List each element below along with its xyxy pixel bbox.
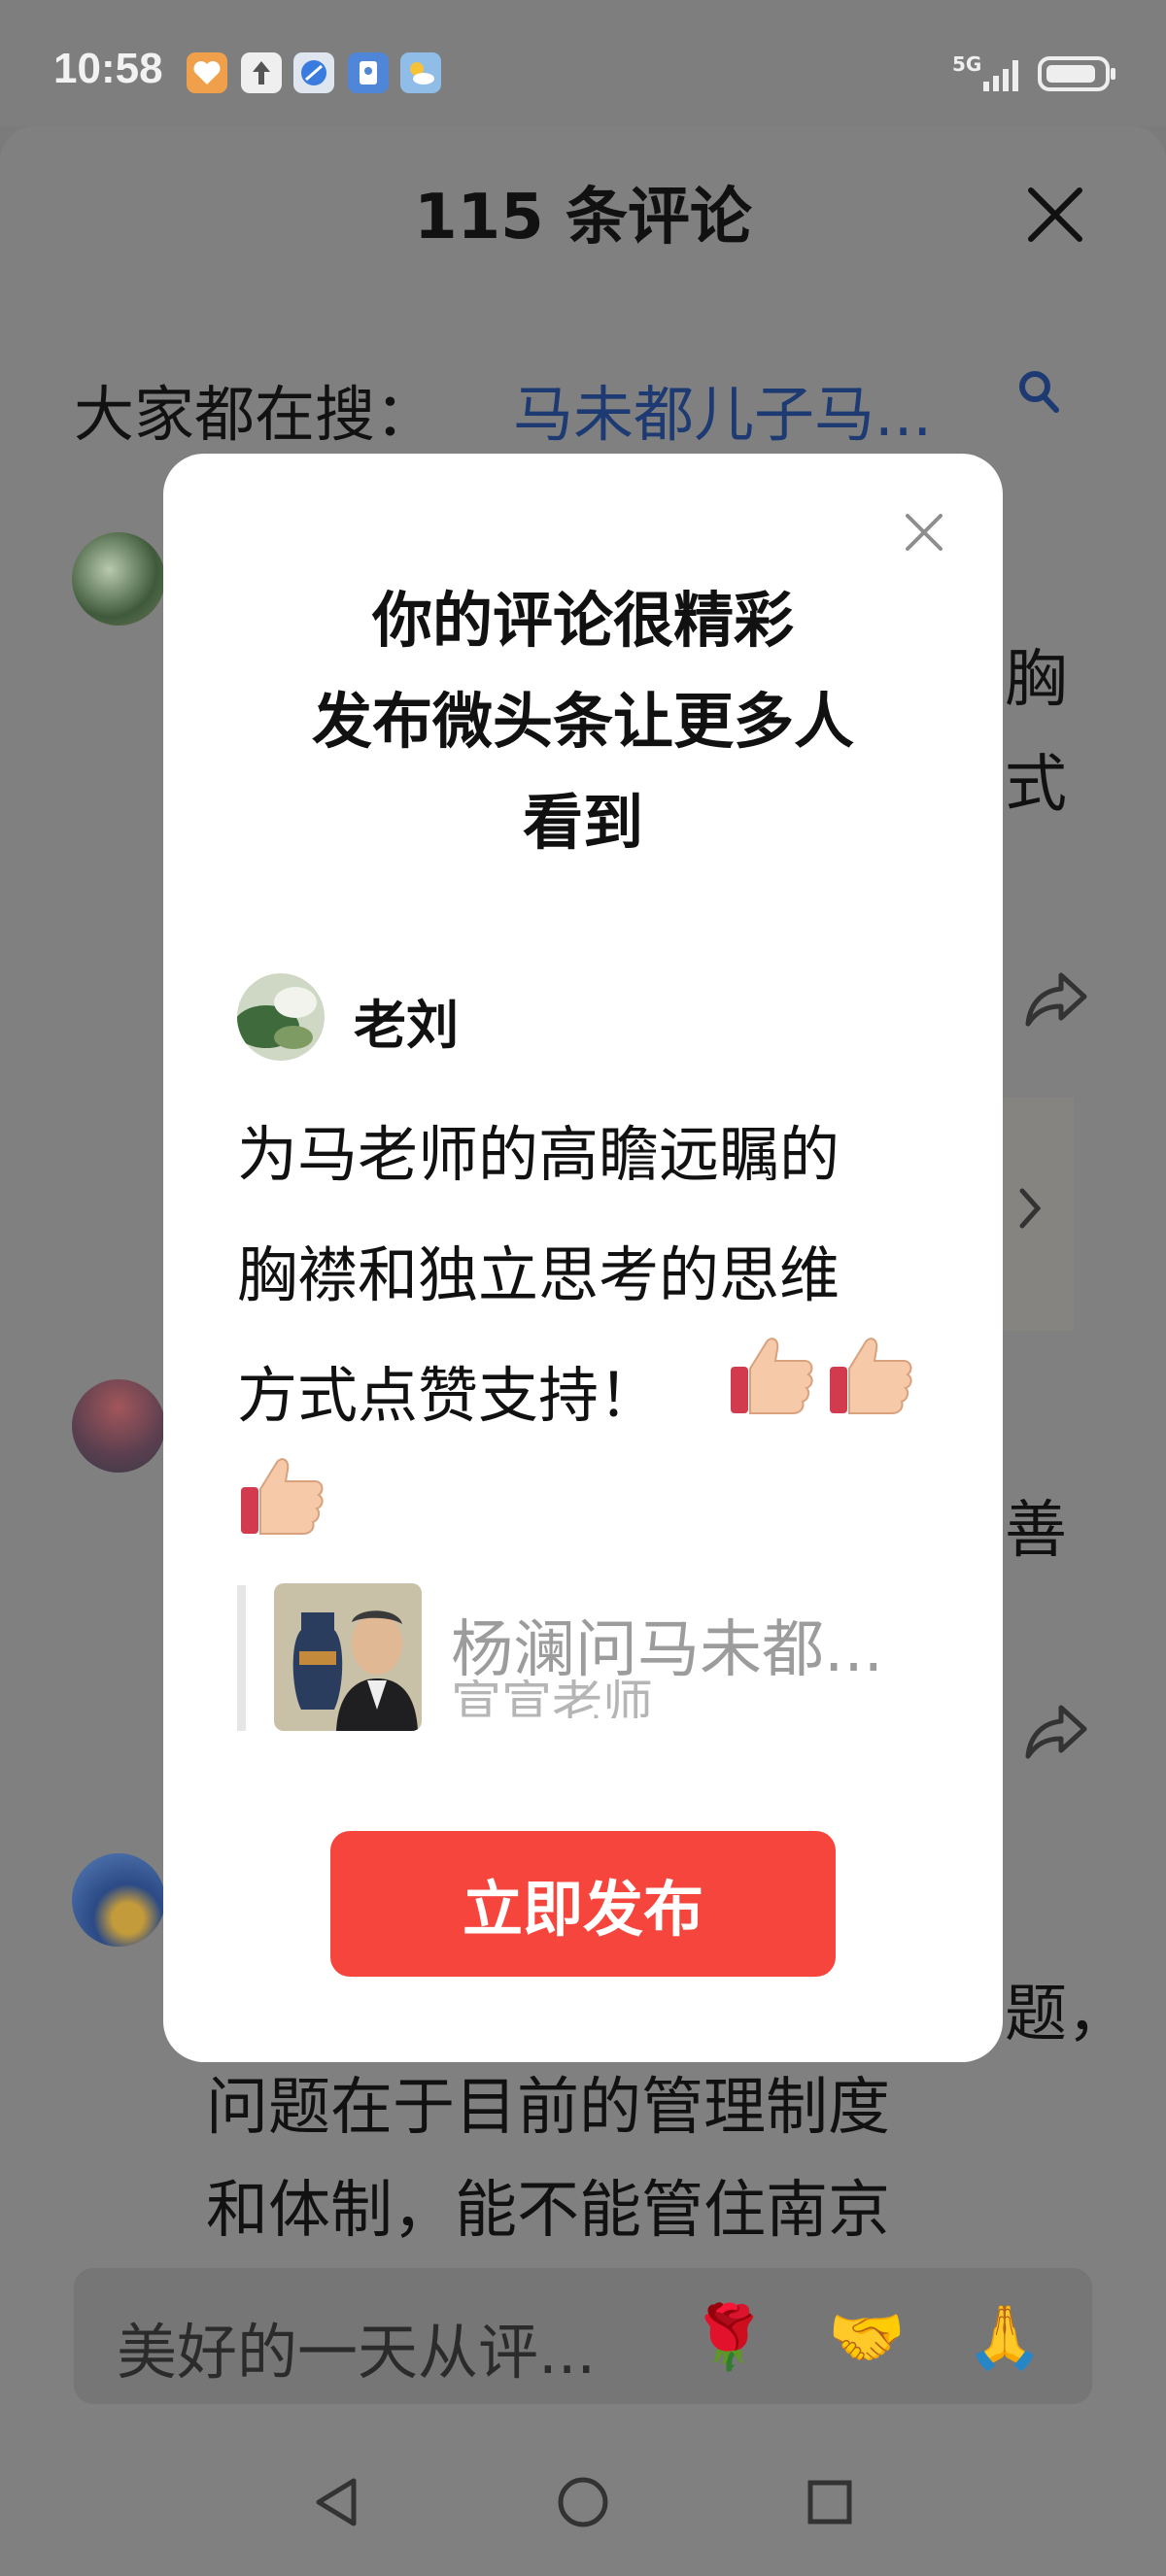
publish-prompt-dialog: 你的评论很精彩 发布微头条让更多人 看到 老刘 为马老师的高瞻远瞩的 胸襟和独立… — [163, 454, 1003, 2062]
weather-icon — [400, 52, 441, 93]
recents-icon[interactable] — [803, 2473, 857, 2535]
back-icon[interactable] — [309, 2473, 363, 2535]
safety-icon — [348, 52, 389, 93]
trending-label: 大家都在搜： — [74, 379, 436, 450]
comment-input-placeholder[interactable]: 美好的一天从评... — [117, 2303, 596, 2390]
network-type: 5G — [952, 52, 982, 76]
status-time: 10:58 — [53, 45, 163, 92]
comment-line: 胸襟和独立思考的思维 — [237, 1239, 840, 1310]
comment-text: 善 — [1005, 1495, 1067, 1567]
article-thumbnail — [274, 1583, 422, 1731]
dialog-title-line: 发布微头条让更多人 — [311, 686, 854, 757]
battery-icon — [1038, 54, 1119, 97]
heart-app-icon — [187, 52, 227, 93]
comment-text: 胸 — [1005, 644, 1067, 716]
quoted-article-author: 宣宣老师 — [451, 1679, 654, 1718]
author-name: 老刘 — [354, 995, 459, 1056]
handshake-emoji-button[interactable]: 🤝 — [828, 2301, 906, 2374]
quoted-article-title: 杨澜问马未都... — [451, 1614, 884, 1686]
rose-emoji-button[interactable]: 🌹 — [690, 2301, 768, 2374]
comment-text: 和体制，能不能管住南京 — [206, 2175, 890, 2247]
comment-text: 问题在于目前的管理制度 — [206, 2072, 890, 2144]
thumbs-up-icon — [826, 1328, 917, 1419]
comment-text: 式 — [1005, 749, 1067, 821]
avatar — [237, 973, 325, 1061]
signal-icon — [981, 54, 1028, 97]
avatar[interactable] — [72, 1379, 165, 1473]
status-bar: 10:58 5G — [0, 0, 1166, 126]
share-icon[interactable] — [1022, 1700, 1090, 1766]
search-icon[interactable] — [1015, 367, 1062, 420]
comments-count-title: 115 条评论 — [414, 182, 752, 254]
avatar[interactable] — [72, 532, 165, 626]
quote-divider — [237, 1585, 246, 1731]
publish-now-button[interactable]: 立即发布 — [330, 1831, 836, 1977]
dialog-title: 你的评论很精彩 发布微头条让更多人 看到 — [163, 570, 1003, 873]
trending-query-link[interactable]: 马未都儿子马... — [513, 365, 932, 453]
comment-text: 题， — [1005, 1979, 1129, 2051]
close-icon[interactable] — [902, 510, 946, 559]
close-icon[interactable] — [1023, 183, 1087, 251]
comment-input-bar[interactable]: 美好的一天从评... 🌹 🤝 🙏 — [74, 2268, 1092, 2404]
pray-emoji-button[interactable]: 🙏 — [966, 2301, 1044, 2374]
comment-line: 为马老师的高瞻远瞩的 — [237, 1119, 840, 1190]
home-icon[interactable] — [554, 2473, 612, 2535]
avatar[interactable] — [72, 1853, 165, 1947]
upload-icon — [241, 52, 282, 93]
thumbs-up-icon — [727, 1328, 818, 1419]
share-icon[interactable] — [1022, 967, 1090, 1034]
dialog-title-line: 看到 — [522, 787, 643, 858]
system-nav-bar — [0, 2428, 1166, 2576]
browser-icon — [293, 52, 334, 93]
chevron-right-icon — [1018, 1187, 1042, 1234]
dialog-title-line: 你的评论很精彩 — [371, 585, 794, 656]
thumbs-up-icon — [237, 1448, 328, 1540]
